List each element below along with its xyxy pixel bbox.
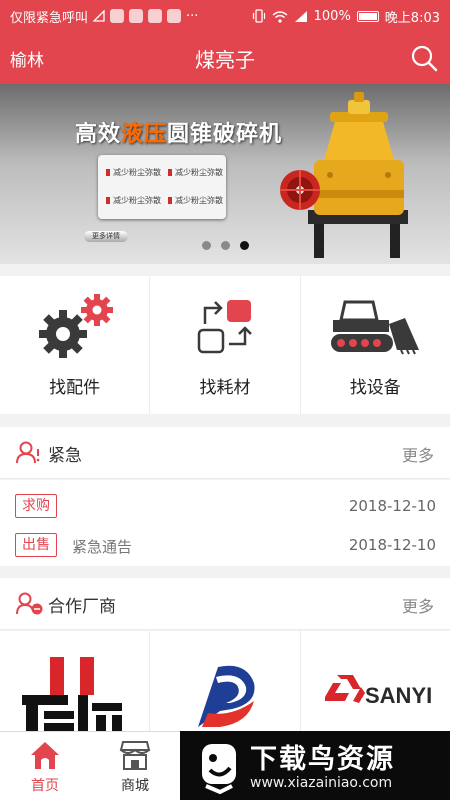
partners-more-link[interactable]: 更多: [402, 593, 434, 617]
carousel-dot[interactable]: [201, 241, 211, 250]
category-consumables[interactable]: 找耗材: [150, 276, 301, 414]
partner-logos: SANYI: [0, 631, 450, 733]
status-badge: 求购: [15, 494, 57, 518]
item-date: 2018-12-10: [348, 536, 436, 554]
home-icon: [31, 742, 59, 769]
feature-item: 减少粉尘弥散: [106, 195, 161, 206]
urgent-list: 求购 2018-12-10 出售 紧急通告 2018-12-10: [0, 480, 450, 566]
section-title: 合作厂商: [48, 597, 116, 617]
bird-logo-icon: [202, 744, 236, 794]
partner-user-icon: [16, 592, 43, 615]
section-title: 紧急: [48, 446, 82, 466]
gears-icon: [38, 294, 113, 358]
partner-card[interactable]: SANYI: [301, 631, 450, 733]
tab-label: 首页: [31, 778, 59, 794]
tab-label: 商城: [121, 778, 149, 794]
partner-card[interactable]: [0, 631, 151, 733]
exchange-icon: [197, 300, 252, 354]
app-screen: 仅限紧急呼叫 ··· 100% 晚上8:03 榆林 煤亮子 高效液压圆锥破碎机: [0, 0, 450, 800]
watermark-url: www.xiazainiao.com: [250, 775, 393, 791]
feature-item: 减少粉尘弥散: [168, 195, 223, 206]
status-right: 100% 晚上8:03: [252, 7, 440, 26]
banner-feature-board: 减少粉尘弥散 减少粉尘弥散 减少粉尘弥散 减少粉尘弥散: [98, 155, 226, 219]
vibrate-icon: [252, 9, 265, 23]
bulldozer-icon: [331, 300, 420, 355]
status-bar: 仅限紧急呼叫 ··· 100% 晚上8:03: [0, 0, 450, 32]
watermark-title: 下载鸟资源: [250, 744, 395, 775]
cone-crusher-image: [280, 92, 408, 258]
category-label: 找配件: [49, 378, 101, 398]
list-item[interactable]: 出售 紧急通告 2018-12-10: [0, 527, 450, 563]
carrier-text: 仅限紧急呼叫: [10, 10, 89, 26]
category-grid: 找配件 找耗材 找设备: [0, 276, 450, 414]
user-alert-icon: [16, 441, 40, 464]
carousel-indicator[interactable]: [0, 241, 450, 250]
category-label: 找耗材: [199, 378, 251, 398]
clock: 晚上8:03: [384, 10, 440, 26]
status-badge: 出售: [15, 533, 57, 557]
tab-home[interactable]: 首页: [0, 732, 90, 800]
urgent-section-header: 紧急 更多: [0, 427, 450, 479]
sanyi-logo-text: SANYI: [365, 683, 432, 708]
signal-x-icon: [93, 10, 105, 22]
banner-headline: 高效液压圆锥破碎机: [75, 122, 283, 147]
app-header: 榆林 煤亮子: [0, 32, 450, 84]
app-icon: [110, 9, 125, 23]
app-icon: [129, 9, 144, 23]
battery-percent: 100%: [313, 8, 351, 24]
search-icon[interactable]: [410, 44, 438, 72]
signal-icon: [294, 10, 307, 22]
list-item[interactable]: 求购 2018-12-10: [0, 488, 450, 524]
more-dots-icon: ···: [186, 8, 199, 24]
tab-mall[interactable]: 商城: [90, 732, 180, 800]
item-text: 紧急通告: [72, 538, 133, 556]
feature-item: 减少粉尘弥散: [168, 167, 223, 178]
wifi-icon: [272, 10, 288, 23]
carousel-dot[interactable]: [220, 241, 230, 250]
category-equipment[interactable]: 找设备: [301, 276, 450, 414]
app-icon: [148, 9, 163, 23]
factory-logo: [22, 657, 122, 733]
store-icon: [119, 741, 151, 770]
partners-section-header: 合作厂商 更多: [0, 578, 450, 630]
partner-card[interactable]: [150, 631, 301, 733]
sanyi-logo: SANYI: [324, 675, 432, 708]
watermark-overlay: 下载鸟资源 www.xiazainiao.com: [180, 731, 450, 800]
category-parts[interactable]: 找配件: [0, 276, 151, 414]
app-icon: [167, 9, 182, 23]
battery-icon: [356, 10, 379, 22]
urgent-more-link[interactable]: 更多: [402, 442, 434, 466]
promo-banner[interactable]: 高效液压圆锥破碎机 减少粉尘弥散 减少粉尘弥散 减少粉尘弥散 减少粉尘弥散 更多…: [0, 84, 450, 264]
page-title: 煤亮子: [195, 48, 255, 72]
feature-item: 减少粉尘弥散: [106, 167, 161, 178]
category-label: 找设备: [349, 378, 401, 398]
blue-red-logo: [198, 665, 255, 727]
status-left: 仅限紧急呼叫 ···: [10, 7, 198, 26]
carousel-dot-active[interactable]: [239, 241, 249, 250]
item-date: 2018-12-10: [348, 497, 436, 515]
